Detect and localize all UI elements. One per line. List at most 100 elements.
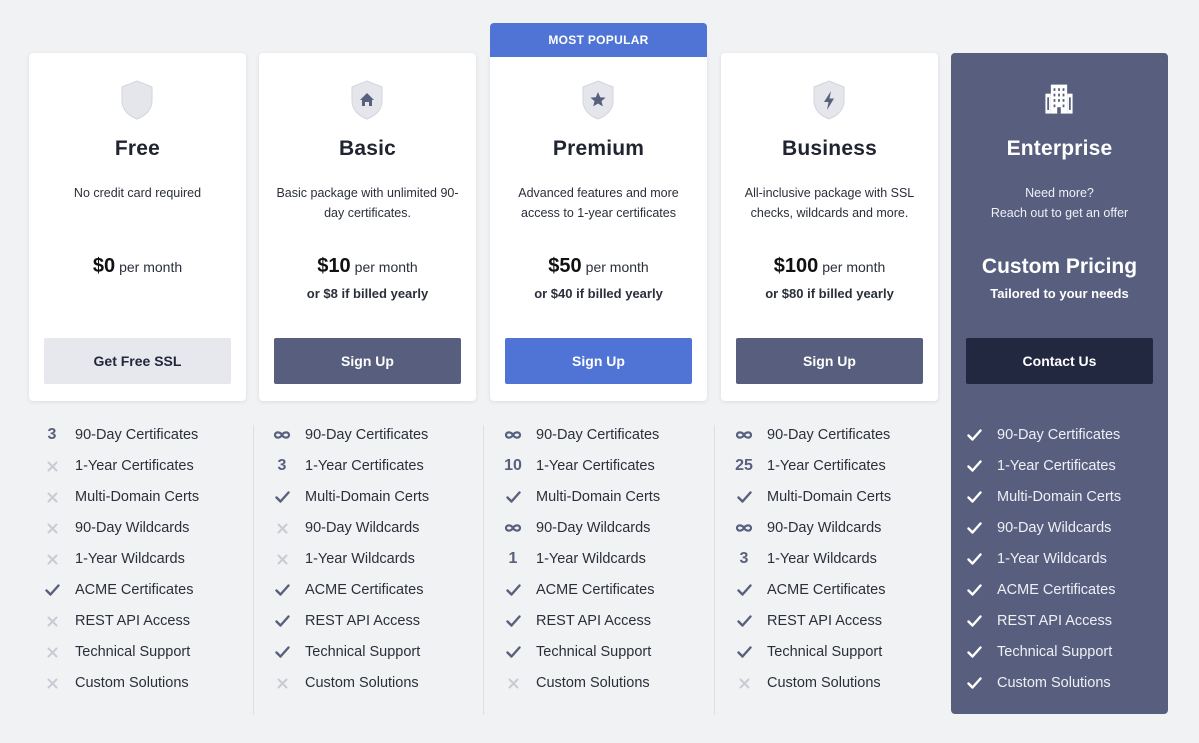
feature-label: 90-Day Wildcards	[767, 520, 882, 536]
feature-row: Technical Support	[721, 641, 938, 663]
check-icon	[951, 553, 997, 565]
feature-row: REST API Access	[951, 610, 1168, 632]
feature-row: Multi-Domain Certs	[490, 486, 707, 508]
plan-card: Free No credit card required $0 per month…	[29, 53, 246, 401]
check-icon	[259, 615, 305, 627]
yearly-price: or $80 if billed yearly	[765, 286, 894, 301]
feature-label: ACME Certificates	[767, 582, 886, 598]
check-icon	[29, 584, 75, 596]
shield-bolt-icon	[813, 80, 845, 120]
feature-row: Custom Solutions	[29, 672, 246, 694]
feature-label: 1-Year Wildcards	[536, 551, 646, 567]
price-amount: $0	[92, 255, 116, 277]
contact-us-button[interactable]: Contact Us	[966, 338, 1153, 384]
feature-row: 90-Day Wildcards	[29, 517, 246, 539]
plan-card: Premium Advanced features and more acces…	[490, 53, 707, 401]
cross-icon	[29, 523, 75, 534]
feature-row: REST API Access	[29, 610, 246, 632]
check-icon	[951, 646, 997, 658]
feature-label: 90-Day Wildcards	[536, 520, 651, 536]
plan-description: Advanced features and more access to 1-y…	[518, 186, 679, 220]
feature-label: Custom Solutions	[997, 675, 1111, 691]
plan-card: Basic Basic package with unlimited 90-da…	[259, 53, 476, 401]
cross-icon	[29, 554, 75, 565]
check-icon	[490, 491, 536, 503]
feature-row: ACME Certificates	[721, 579, 938, 601]
feature-row: 90-Day Certificates	[721, 424, 938, 446]
feature-row: 90-Day Certificates	[951, 424, 1168, 446]
plan-price: $100 per month	[721, 255, 938, 278]
feature-label: Technical Support	[305, 644, 421, 660]
sign-up-button[interactable]: Sign Up	[505, 338, 692, 384]
get-free-ssl-button[interactable]: Get Free SSL	[44, 338, 231, 384]
check-icon	[490, 646, 536, 658]
check-icon	[721, 615, 767, 627]
feature-label: REST API Access	[536, 613, 651, 629]
feature-row: 90-Day Certificates	[259, 424, 476, 446]
price-period: per month	[585, 259, 649, 275]
feature-label: 90-Day Certificates	[536, 427, 660, 443]
feature-row: Custom Solutions	[490, 672, 707, 694]
feature-row: ACME Certificates	[29, 579, 246, 601]
feature-row: Technical Support	[29, 641, 246, 663]
price-amount: $100	[773, 255, 819, 277]
feature-row: 90-Day Wildcards	[259, 517, 476, 539]
feature-row: REST API Access	[490, 610, 707, 632]
check-icon	[490, 584, 536, 596]
feature-label: 1-Year Certificates	[997, 458, 1116, 474]
pricing-note: Tailored to your needs	[990, 286, 1129, 301]
sign-up-button[interactable]: Sign Up	[274, 338, 461, 384]
feature-label: 90-Day Wildcards	[75, 520, 190, 536]
plan-enterprise: Enterprise Need more? Reach out to get a…	[951, 0, 1168, 743]
feature-row: 90-Day Wildcards	[490, 517, 707, 539]
feature-label: ACME Certificates	[75, 582, 194, 598]
sign-up-button[interactable]: Sign Up	[736, 338, 923, 384]
feature-label: REST API Access	[767, 613, 882, 629]
feature-row: 3 1-Year Certificates	[259, 455, 476, 477]
plan-name: Business	[782, 137, 877, 160]
check-icon	[951, 429, 997, 441]
building-icon	[1045, 84, 1073, 114]
feature-row: Custom Solutions	[259, 672, 476, 694]
infinity-icon	[721, 523, 767, 533]
feature-row: 1-Year Wildcards	[29, 548, 246, 570]
feature-row: 1-Year Wildcards	[259, 548, 476, 570]
feature-label: Custom Solutions	[536, 675, 650, 691]
check-icon	[721, 491, 767, 503]
plan-name: Free	[114, 137, 161, 160]
plan-name: Enterprise	[1006, 137, 1113, 160]
infinity-icon	[259, 430, 305, 440]
check-icon	[490, 615, 536, 627]
cross-icon	[29, 492, 75, 503]
plan-name: Basic	[338, 137, 397, 160]
feature-row: Multi-Domain Certs	[951, 486, 1168, 508]
feature-label: Technical Support	[997, 644, 1113, 660]
feature-label: REST API Access	[997, 613, 1112, 629]
feature-label: ACME Certificates	[536, 582, 655, 598]
feature-row: Multi-Domain Certs	[721, 486, 938, 508]
feature-row: ACME Certificates	[951, 579, 1168, 601]
price-period: per month	[119, 259, 183, 275]
check-icon	[951, 460, 997, 472]
pricing-table: Free No credit card required $0 per month…	[0, 0, 1199, 743]
feature-row: 3 90-Day Certificates	[29, 424, 246, 446]
feature-count: 3	[739, 550, 749, 567]
cross-icon	[259, 523, 305, 534]
plan-price: $50 per month	[490, 255, 707, 278]
plan-premium: MOST POPULAR Premium Advanced features a…	[490, 0, 707, 743]
description-line: Reach out to get an offer	[990, 206, 1129, 220]
feature-row: Multi-Domain Certs	[259, 486, 476, 508]
check-icon	[951, 491, 997, 503]
feature-count: 1	[508, 550, 518, 567]
feature-label: 1-Year Certificates	[767, 458, 886, 474]
feature-label: 90-Day Wildcards	[997, 520, 1112, 536]
feature-row: Technical Support	[490, 641, 707, 663]
cross-icon	[259, 678, 305, 689]
feature-row: REST API Access	[721, 610, 938, 632]
feature-row: Custom Solutions	[721, 672, 938, 694]
feature-row: ACME Certificates	[490, 579, 707, 601]
plan-description: Basic package with unlimited 90-day cert…	[276, 186, 459, 220]
feature-label: 1-Year Wildcards	[767, 551, 877, 567]
feature-label: 1-Year Wildcards	[997, 551, 1107, 567]
feature-row: 90-Day Wildcards	[951, 517, 1168, 539]
